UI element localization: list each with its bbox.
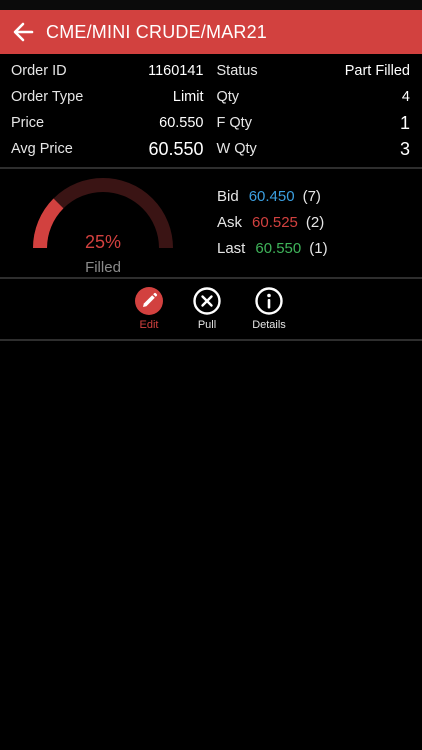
divider (0, 167, 422, 169)
detail-row: Order Type Limit Qty 4 (11, 84, 410, 110)
app-header: CME/MINI CRUDE/MAR21 (0, 10, 422, 54)
bid-label: Bid (217, 187, 239, 205)
order-details: Order ID 1160141 Status Part Filled Orde… (0, 54, 422, 168)
last-size: (1) (309, 239, 328, 257)
fill-gauge: 25% Filled (28, 176, 178, 276)
order-type-label: Order Type (11, 89, 84, 105)
divider (0, 277, 422, 279)
info-icon (254, 286, 284, 316)
price-value: 60.550 (159, 115, 204, 131)
market-quotes: Bid 60.450 (7) Ask 60.525 (2) Last 60.55… (217, 183, 328, 261)
details-button[interactable]: Details (239, 286, 299, 331)
last-label: Last (217, 239, 246, 257)
detail-row: Price 60.550 F Qty 1 (11, 110, 410, 136)
status-label: Status (216, 63, 258, 79)
edit-button[interactable]: Edit (119, 286, 179, 331)
avg-price-label: Avg Price (11, 141, 73, 157)
ask-label: Ask (217, 213, 243, 231)
ask-quote: Ask 60.525 (2) (217, 209, 328, 235)
arrow-left-icon (13, 22, 34, 42)
bid-size: (7) (302, 187, 321, 205)
qty-label: Qty (216, 89, 240, 105)
qty-value: 4 (401, 89, 410, 105)
pull-button[interactable]: Pull (177, 286, 237, 331)
divider (0, 339, 422, 341)
detail-row: Avg Price 60.550 W Qty 3 (11, 136, 410, 162)
status-value: Part Filled (344, 63, 410, 79)
back-button[interactable] (12, 21, 34, 43)
f-qty-value: 1 (399, 112, 410, 133)
ask-price: 60.525 (252, 213, 298, 231)
order-actions: Edit Pull Details (0, 280, 422, 340)
pull-label: Pull (197, 319, 217, 331)
page-title: CME/MINI CRUDE/MAR21 (46, 21, 268, 42)
close-circle-icon (192, 286, 222, 316)
pencil-icon (134, 286, 164, 316)
avg-price-value: 60.550 (148, 138, 204, 159)
bid-price: 60.450 (248, 187, 295, 205)
order-id-label: Order ID (11, 63, 67, 79)
f-qty-label: F Qty (216, 115, 252, 131)
fill-status-label: Filled (85, 259, 121, 276)
detail-row: Order ID 1160141 Status Part Filled (11, 58, 410, 84)
fill-panel: 25% Filled Bid 60.450 (7) Ask 60.525 (2)… (0, 170, 422, 278)
w-qty-label: W Qty (216, 141, 257, 157)
last-quote: Last 60.550 (1) (217, 235, 328, 261)
price-label: Price (11, 115, 45, 131)
ask-size: (2) (305, 213, 325, 231)
w-qty-value: 3 (399, 138, 410, 159)
details-label: Details (252, 319, 286, 331)
status-bar (0, 0, 422, 10)
bid-quote: Bid 60.450 (7) (217, 183, 328, 209)
last-price: 60.550 (255, 239, 302, 257)
fill-percent: 25% (84, 232, 122, 252)
edit-label: Edit (139, 319, 159, 331)
order-id-value: 1160141 (148, 63, 204, 79)
order-type-value: Limit (172, 89, 204, 105)
